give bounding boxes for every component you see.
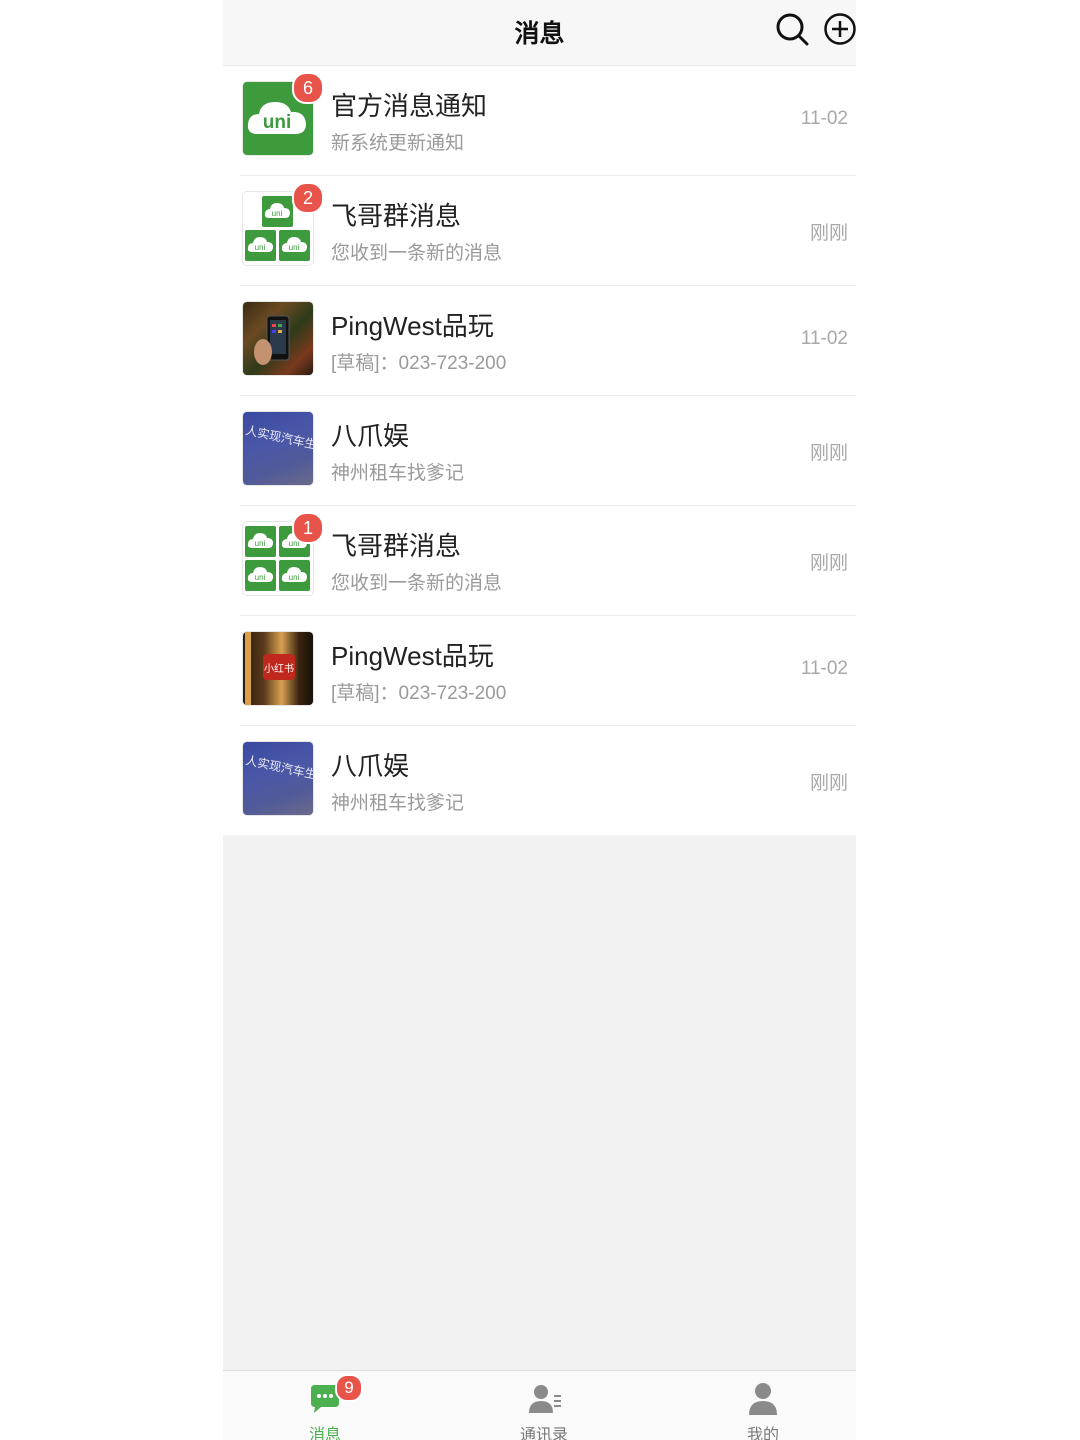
tab-label: 消息 (308, 1427, 341, 1440)
conversation-preview: 您收到一条新的消息 (331, 573, 503, 594)
conversation-time: 11-02 (800, 328, 848, 349)
conversation-title: 八爪娱 (331, 751, 410, 781)
conversation-item[interactable]: 人实现汽车生 八爪娱 神州租车找爹记 刚刚 (240, 396, 856, 506)
conversation-item[interactable]: uni uni uni 2 飞哥群消息 您收到一条新的消息 刚刚 (240, 176, 856, 286)
contacts-icon (526, 1381, 562, 1417)
svg-text:uni: uni (289, 573, 300, 582)
unread-badge: 6 (292, 72, 324, 104)
svg-text:uni: uni (263, 112, 292, 133)
conversation-title: 官方消息通知 (331, 91, 488, 121)
conversation-title: 飞哥群消息 (331, 201, 462, 231)
conversation-preview: 您收到一条新的消息 (331, 243, 503, 264)
avatar: uni 6 (243, 72, 324, 155)
tab-label: 我的 (746, 1427, 779, 1440)
phone-screen: 消息 uni 6 官方消息通知 新系统更新通知 11-02 uni uni un… (223, 0, 856, 1440)
conversation-title: PingWest品玩 (331, 311, 494, 341)
svg-text:uni: uni (255, 539, 266, 548)
conversation-title: PingWest品玩 (331, 641, 494, 671)
uni-logo-icon: uni (279, 560, 310, 591)
uni-logo-icon: uni (245, 230, 276, 261)
page-title: 消息 (514, 20, 565, 48)
conversation-title: 八爪娱 (331, 421, 410, 451)
person-icon (745, 1381, 781, 1417)
conversation-item[interactable]: PingWest品玩 [草稿]：023-723-200 11-02 (240, 286, 856, 396)
svg-text:uni: uni (272, 209, 283, 218)
unread-badge: 2 (292, 182, 324, 214)
nav-header: 消息 (223, 0, 856, 66)
uni-logo-icon: uni (262, 196, 293, 227)
avatar: 人实现汽车生 (243, 412, 313, 485)
conversation-item[interactable]: uni uni uni uni 1 飞哥群消息 您收到一条新的消息 刚刚 (240, 506, 856, 616)
conversation-item[interactable]: 人实现汽车生 八爪娱 神州租车找爹记 刚刚 (240, 726, 856, 835)
uni-logo-icon: uni (245, 526, 276, 557)
conversation-time: 11-02 (800, 108, 848, 129)
conversation-preview: 新系统更新通知 (331, 133, 465, 154)
conversation-time: 刚刚 (809, 443, 848, 464)
conversation-title: 飞哥群消息 (331, 531, 462, 561)
unread-badge: 1 (292, 512, 324, 544)
conversation-preview: [草稿]：023-723-200 (331, 683, 507, 704)
conversation-time: 刚刚 (809, 223, 848, 244)
conversation-item[interactable]: uni 6 官方消息通知 新系统更新通知 11-02 (240, 66, 856, 176)
avatar: 小红书 (243, 632, 313, 705)
avatar (243, 302, 313, 375)
avatar: 人实现汽车生 (243, 742, 313, 815)
tab-bar: 9 消息 通讯录 我的 (223, 1370, 856, 1440)
svg-text:uni: uni (255, 243, 266, 252)
avatar: uni uni uni uni 1 (243, 512, 324, 595)
tab-messages[interactable]: 9 消息 (265, 1371, 385, 1440)
search-icon[interactable] (775, 12, 809, 46)
uni-logo-icon: uni (279, 230, 310, 261)
avatar: uni uni uni 2 (243, 182, 324, 265)
tab-label: 通讯录 (519, 1427, 568, 1440)
tab-badge: 9 (335, 1374, 363, 1402)
conversation-list: uni 6 官方消息通知 新系统更新通知 11-02 uni uni uni 2… (223, 66, 856, 835)
conversation-preview: 神州租车找爹记 (331, 793, 465, 814)
svg-text:人实现汽车生: 人实现汽车生 (244, 752, 313, 782)
plus-circle-icon[interactable] (823, 12, 856, 46)
tab-contacts[interactable]: 通讯录 (484, 1371, 604, 1440)
svg-text:uni: uni (255, 573, 266, 582)
uni-logo-icon: uni (245, 560, 276, 591)
tab-me[interactable]: 我的 (703, 1371, 823, 1440)
conversation-preview: [草稿]：023-723-200 (331, 353, 507, 374)
svg-text:小红书: 小红书 (264, 662, 294, 675)
conversation-item[interactable]: 小红书 PingWest品玩 [草稿]：023-723-200 11-02 (240, 616, 856, 726)
svg-text:uni: uni (289, 243, 300, 252)
conversation-preview: 神州租车找爹记 (331, 463, 465, 484)
svg-text:人实现汽车生: 人实现汽车生 (244, 422, 313, 452)
conversation-time: 刚刚 (809, 773, 848, 794)
conversation-time: 11-02 (800, 658, 848, 679)
conversation-time: 刚刚 (809, 553, 848, 574)
